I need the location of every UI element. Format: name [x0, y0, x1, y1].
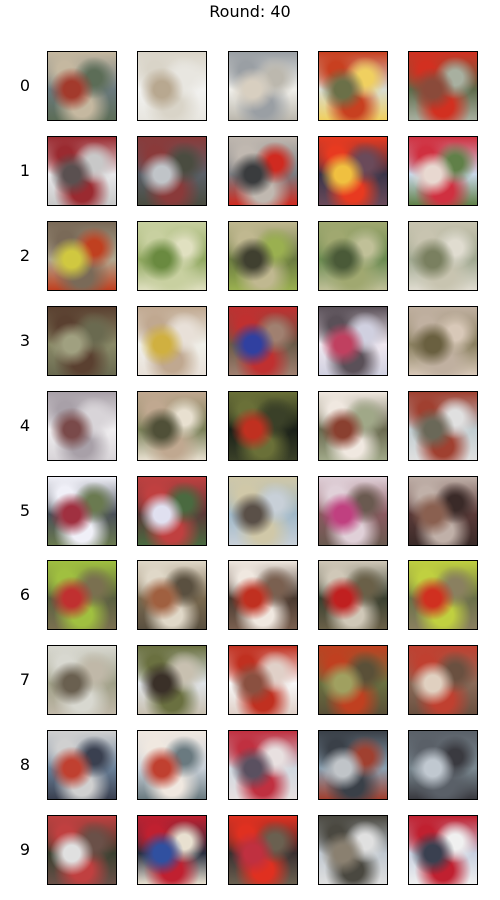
sample-image: [47, 730, 117, 801]
row-label: 0: [19, 76, 31, 95]
sample-image: [408, 475, 478, 546]
sample-image: [47, 645, 117, 716]
sample-image: [137, 220, 207, 291]
sample-image: [47, 135, 117, 206]
sample-image: [318, 390, 388, 461]
sample-image: [408, 135, 478, 206]
sample-grid: 0 1 2 3 4 5 6 7 8 9: [0, 0, 500, 900]
row-label: 3: [19, 330, 31, 350]
sample-image: [47, 220, 117, 291]
sample-image: [318, 51, 388, 121]
sample-image: [408, 51, 478, 121]
sample-image: [408, 645, 478, 716]
sample-image: [318, 135, 388, 206]
sample-image: [408, 815, 478, 886]
sample-image: [137, 135, 207, 206]
sample-image: [47, 475, 117, 546]
sample-image: [318, 645, 388, 716]
sample-image: [408, 305, 478, 376]
sample-image: [47, 560, 117, 631]
sample-image: [137, 305, 207, 376]
sample-image: [137, 390, 207, 461]
row-label: 4: [19, 415, 31, 435]
sample-image: [228, 135, 298, 206]
sample-image: [228, 390, 298, 461]
row-label: 8: [19, 755, 31, 775]
sample-image: [228, 815, 298, 886]
sample-image: [318, 815, 388, 886]
sample-image: [228, 51, 298, 121]
sample-image: [408, 390, 478, 461]
sample-image: [318, 730, 388, 801]
sample-image: [408, 220, 478, 291]
sample-image: [228, 220, 298, 291]
sample-image: [47, 390, 117, 461]
sample-image: [47, 305, 117, 376]
sample-image: [408, 730, 478, 801]
sample-image: [137, 475, 207, 546]
sample-image: [408, 560, 478, 631]
sample-image: [228, 730, 298, 801]
sample-image: [318, 305, 388, 376]
row-label: 5: [19, 500, 31, 520]
sample-image: [318, 220, 388, 291]
row-label: 9: [19, 840, 31, 860]
sample-image: [228, 475, 298, 546]
sample-image: [318, 560, 388, 631]
row-label: 7: [19, 670, 31, 690]
row-label: 2: [19, 245, 31, 265]
row-label: 1: [19, 160, 31, 180]
sample-image: [137, 560, 207, 631]
sample-image: [228, 645, 298, 716]
sample-image: [228, 305, 298, 376]
sample-image: [47, 51, 117, 121]
sample-image: [137, 645, 207, 716]
sample-image: [228, 560, 298, 631]
sample-image: [137, 51, 207, 121]
row-label: 6: [19, 585, 31, 605]
sample-image: [318, 475, 388, 546]
sample-image: [137, 730, 207, 801]
sample-image: [137, 815, 207, 886]
sample-image: [47, 815, 117, 886]
